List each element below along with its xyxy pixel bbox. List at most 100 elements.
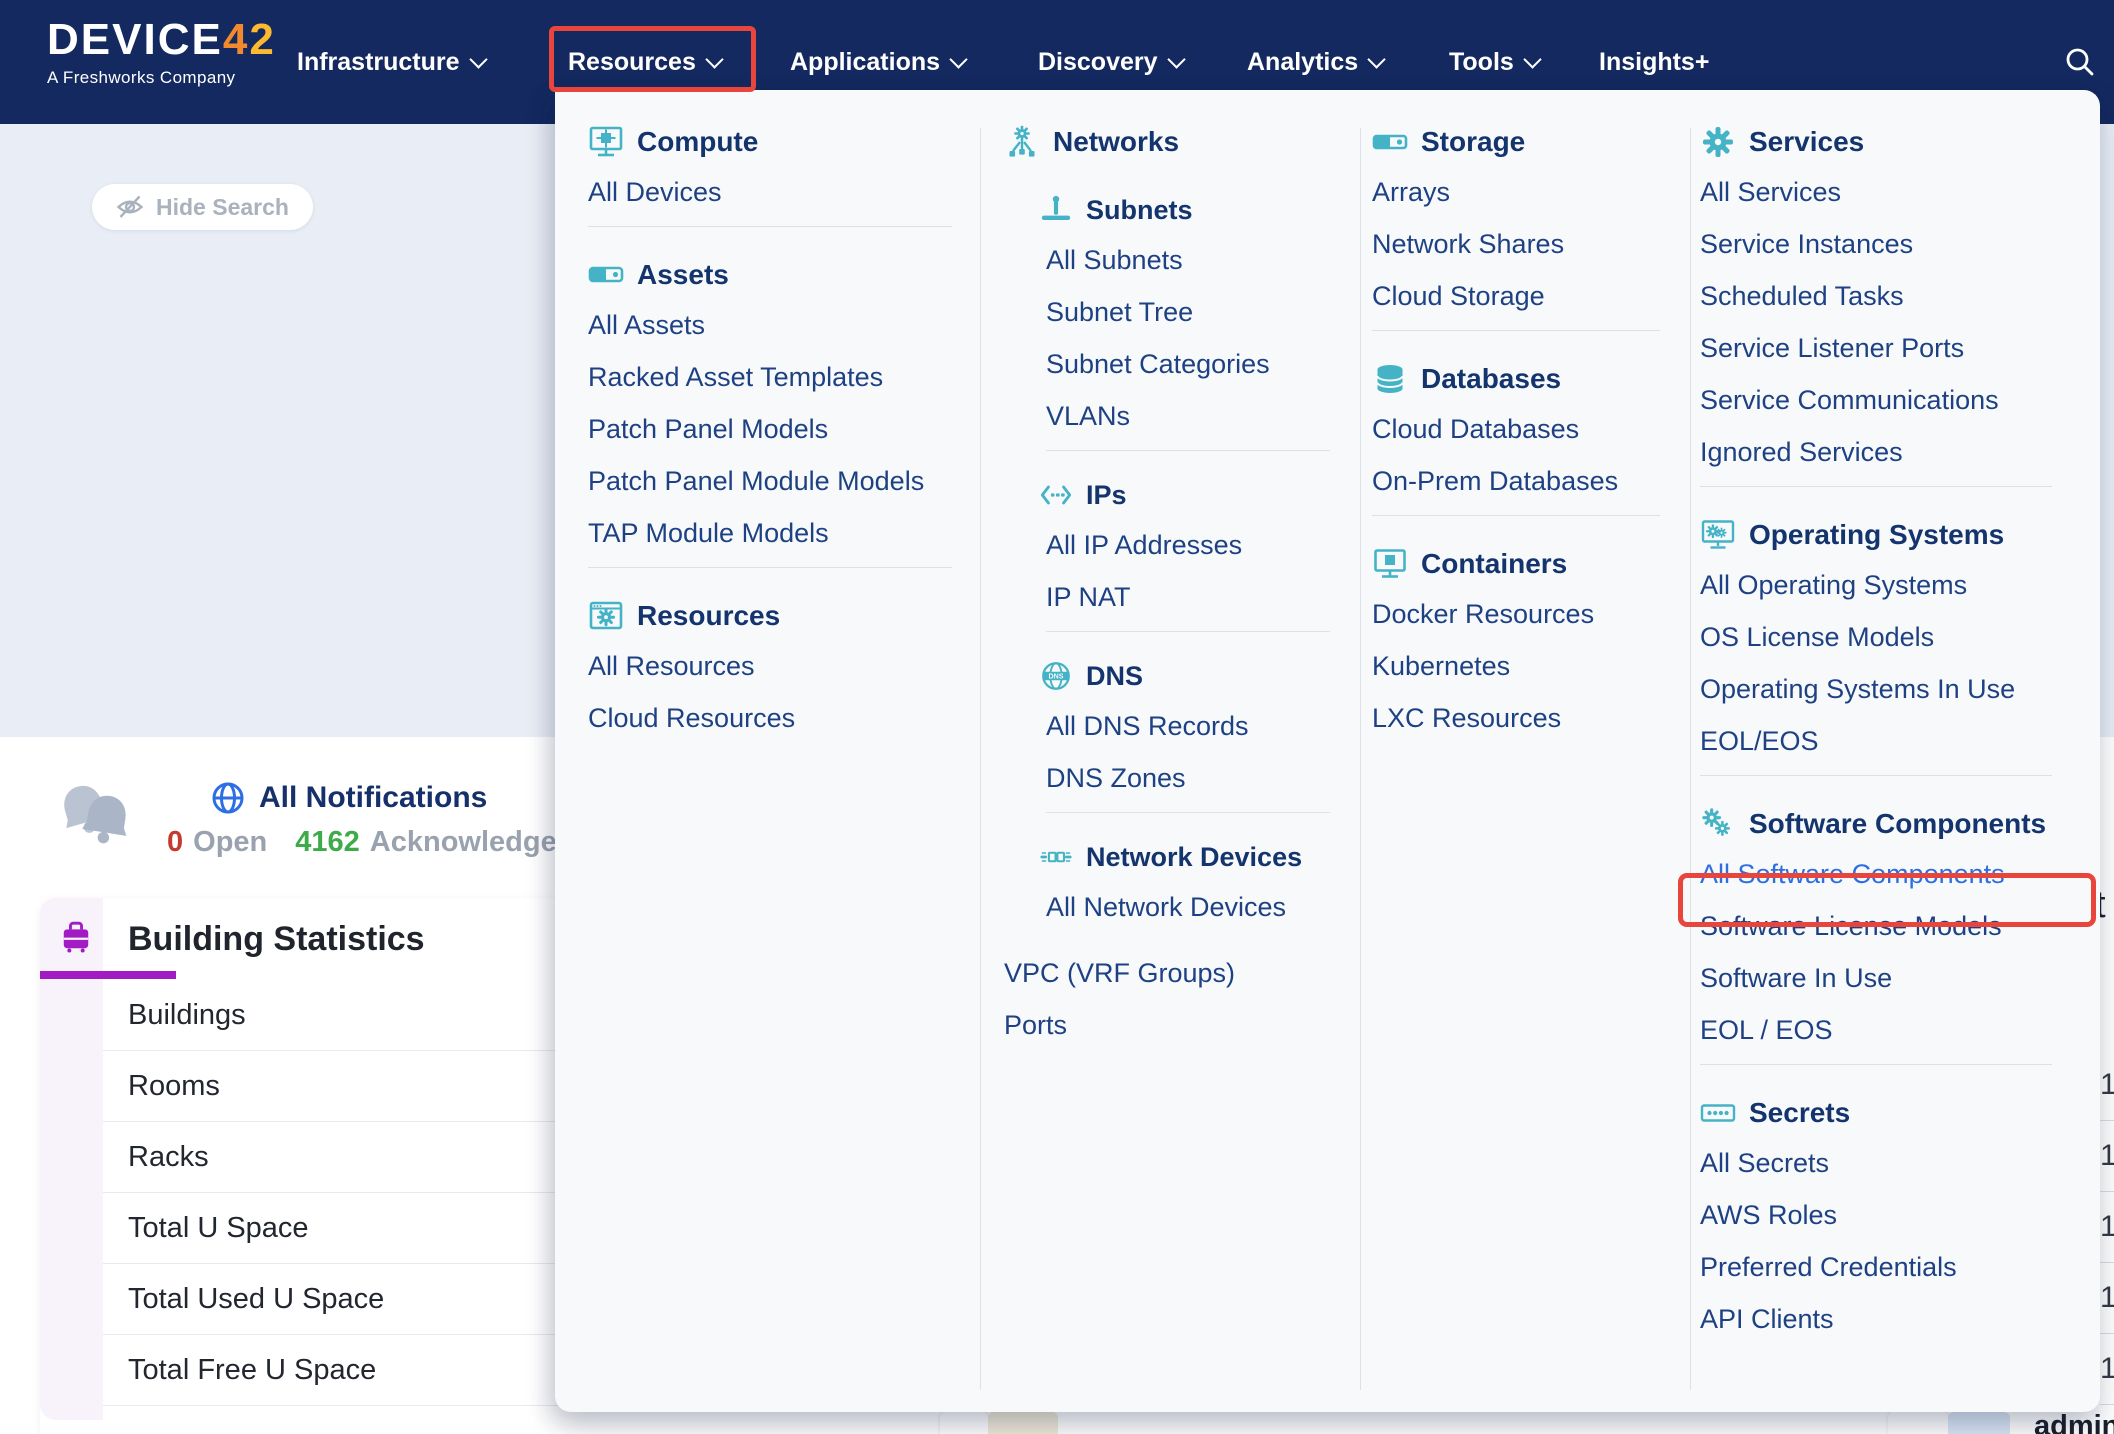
menu-item-api-clients[interactable]: API Clients (1700, 1293, 2078, 1345)
section-divider (1700, 486, 2052, 487)
menu-subsection-ips: IPs (1039, 471, 1356, 519)
menu-item-scheduled-tasks[interactable]: Scheduled Tasks (1700, 270, 2078, 322)
menu-item-racked-asset-templates[interactable]: Racked Asset Templates (588, 351, 978, 403)
hide-search-button[interactable]: Hide Search (92, 184, 313, 230)
menu-column-networks: Networks Subnets All Subnets Subnet Tree… (1004, 118, 1356, 1051)
section-divider (1046, 450, 1330, 451)
menu-item-all-devices[interactable]: All Devices (588, 166, 978, 218)
menu-item-all-subnets[interactable]: All Subnets (1046, 234, 1356, 286)
menu-item-vpc-vrf-groups[interactable]: VPC (VRF Groups) (1004, 947, 1356, 999)
notifications-title: All Notifications (259, 781, 487, 815)
menu-item-software-in-use[interactable]: Software In Use (1700, 952, 2078, 1004)
clipped-row-values: 1 1 1 1 1 (2100, 1050, 2114, 1405)
menu-item-all-network-devices[interactable]: All Network Devices (1046, 881, 1356, 933)
section-divider (1700, 1064, 2052, 1065)
nav-item-label: Applications (790, 48, 940, 77)
menu-section-title: Networks (1053, 126, 1179, 158)
all-notifications-link[interactable]: All Notifications (210, 780, 487, 816)
nav-item-infrastructure[interactable]: Infrastructure (297, 0, 485, 124)
section-divider (1046, 812, 1330, 813)
menu-section-title: Resources (637, 600, 780, 632)
brand-word: DEVIC (47, 15, 191, 64)
menu-item-aws-roles[interactable]: AWS Roles (1700, 1189, 2078, 1241)
menu-section-databases: Databases (1372, 355, 1686, 403)
open-label: Open (193, 826, 267, 859)
menu-subsection-subnets: Subnets (1039, 186, 1356, 234)
brand-tagline: A Freshworks Company (47, 69, 276, 86)
menu-item-cloud-resources[interactable]: Cloud Resources (588, 692, 978, 744)
menu-item-subnet-tree[interactable]: Subnet Tree (1046, 286, 1356, 338)
storage-icon (1372, 124, 1408, 160)
menu-item-all-assets[interactable]: All Assets (588, 299, 978, 351)
software-components-icon (1700, 806, 1736, 842)
search-icon[interactable] (2062, 44, 2098, 80)
menu-item-tap-module-models[interactable]: TAP Module Models (588, 507, 978, 559)
menu-item-service-listener-ports[interactable]: Service Listener Ports (1700, 322, 2078, 374)
dns-icon (1039, 659, 1073, 693)
menu-section-services: Services (1700, 118, 2078, 166)
clipped-row-value: 1 (2100, 1050, 2114, 1121)
menu-item-all-resources[interactable]: All Resources (588, 640, 978, 692)
menu-item-operating-systems-in-use[interactable]: Operating Systems In Use (1700, 663, 2078, 715)
menu-section-compute: Compute (588, 118, 978, 166)
menu-item-patch-panel-models[interactable]: Patch Panel Models (588, 403, 978, 455)
clipped-row-value: 1 (2100, 1192, 2114, 1263)
menu-section-containers: Containers (1372, 540, 1686, 588)
title-underline (40, 971, 176, 979)
menu-item-on-prem-databases[interactable]: On-Prem Databases (1372, 455, 1686, 507)
menu-item-kubernetes[interactable]: Kubernetes (1372, 640, 1686, 692)
compute-icon (588, 124, 624, 160)
section-divider (588, 226, 952, 227)
menu-item-os-license-models[interactable]: OS License Models (1700, 611, 2078, 663)
menu-section-software-components: Software Components (1700, 800, 2078, 848)
menu-item-all-secrets[interactable]: All Secrets (1700, 1137, 2078, 1189)
stat-row-label: Total Used U Space (128, 1283, 384, 1316)
menu-item-lxc-resources[interactable]: LXC Resources (1372, 692, 1686, 744)
nav-item-label: Infrastructure (297, 48, 460, 77)
stat-row-label: Racks (128, 1141, 209, 1174)
menu-item-ignored-services[interactable]: Ignored Services (1700, 426, 2078, 478)
menu-section-operating-systems: Operating Systems (1700, 511, 2078, 559)
clipped-row-value: 1 (2100, 1121, 2114, 1192)
menu-item-all-dns-records[interactable]: All DNS Records (1046, 700, 1356, 752)
menu-item-subnet-categories[interactable]: Subnet Categories (1046, 338, 1356, 390)
menu-item-service-instances[interactable]: Service Instances (1700, 218, 2078, 270)
menu-item-patch-panel-module-models[interactable]: Patch Panel Module Models (588, 455, 978, 507)
menu-section-title: Compute (637, 126, 758, 158)
device42-logo[interactable]: DEVICE42 A Freshworks Company (47, 18, 276, 86)
assets-icon (588, 257, 624, 293)
menu-item-all-operating-systems[interactable]: All Operating Systems (1700, 559, 2078, 611)
menu-section-assets: Assets (588, 251, 978, 299)
stat-row-label: Buildings (128, 999, 246, 1032)
menu-item-all-software-components[interactable]: All Software Components (1700, 848, 2078, 900)
menu-item-os-eol-eos[interactable]: EOL/EOS (1700, 715, 2078, 767)
menu-item-all-services[interactable]: All Services (1700, 166, 2078, 218)
menu-item-preferred-credentials[interactable]: Preferred Credentials (1700, 1241, 2078, 1293)
menu-item-vlans[interactable]: VLANs (1046, 390, 1356, 442)
menu-item-cloud-storage[interactable]: Cloud Storage (1372, 270, 1686, 322)
menu-item-software-eol-eos[interactable]: EOL / EOS (1700, 1004, 2078, 1056)
resources-mega-menu: Compute All Devices Assets All Assets Ra… (555, 90, 2100, 1412)
subnets-icon (1039, 193, 1073, 227)
stat-row-label: Rooms (128, 1070, 220, 1103)
column-divider (1690, 128, 1691, 1390)
menu-subsection-title: IPs (1086, 480, 1127, 511)
menu-item-software-license-models[interactable]: Software License Models (1700, 900, 2078, 952)
menu-section-secrets: Secrets (1700, 1089, 2078, 1137)
notification-counts: 0 Open 4162 Acknowledged (167, 826, 574, 859)
menu-item-docker-resources[interactable]: Docker Resources (1372, 588, 1686, 640)
menu-item-ports[interactable]: Ports (1004, 999, 1356, 1051)
admin-user-label[interactable]: admin (2034, 1410, 2114, 1434)
menu-item-arrays[interactable]: Arrays (1372, 166, 1686, 218)
menu-item-service-communications[interactable]: Service Communications (1700, 374, 2078, 426)
chevron-down-icon (705, 50, 723, 68)
menu-item-network-shares[interactable]: Network Shares (1372, 218, 1686, 270)
menu-item-ip-nat[interactable]: IP NAT (1046, 571, 1356, 623)
menu-item-all-ip-addresses[interactable]: All IP Addresses (1046, 519, 1356, 571)
menu-item-dns-zones[interactable]: DNS Zones (1046, 752, 1356, 804)
menu-subsection-title: DNS (1086, 661, 1143, 692)
brand-e: E (191, 15, 222, 64)
building-statistics-title: Building Statistics (128, 920, 425, 959)
menu-item-cloud-databases[interactable]: Cloud Databases (1372, 403, 1686, 455)
menu-section-title: Operating Systems (1749, 519, 2004, 551)
